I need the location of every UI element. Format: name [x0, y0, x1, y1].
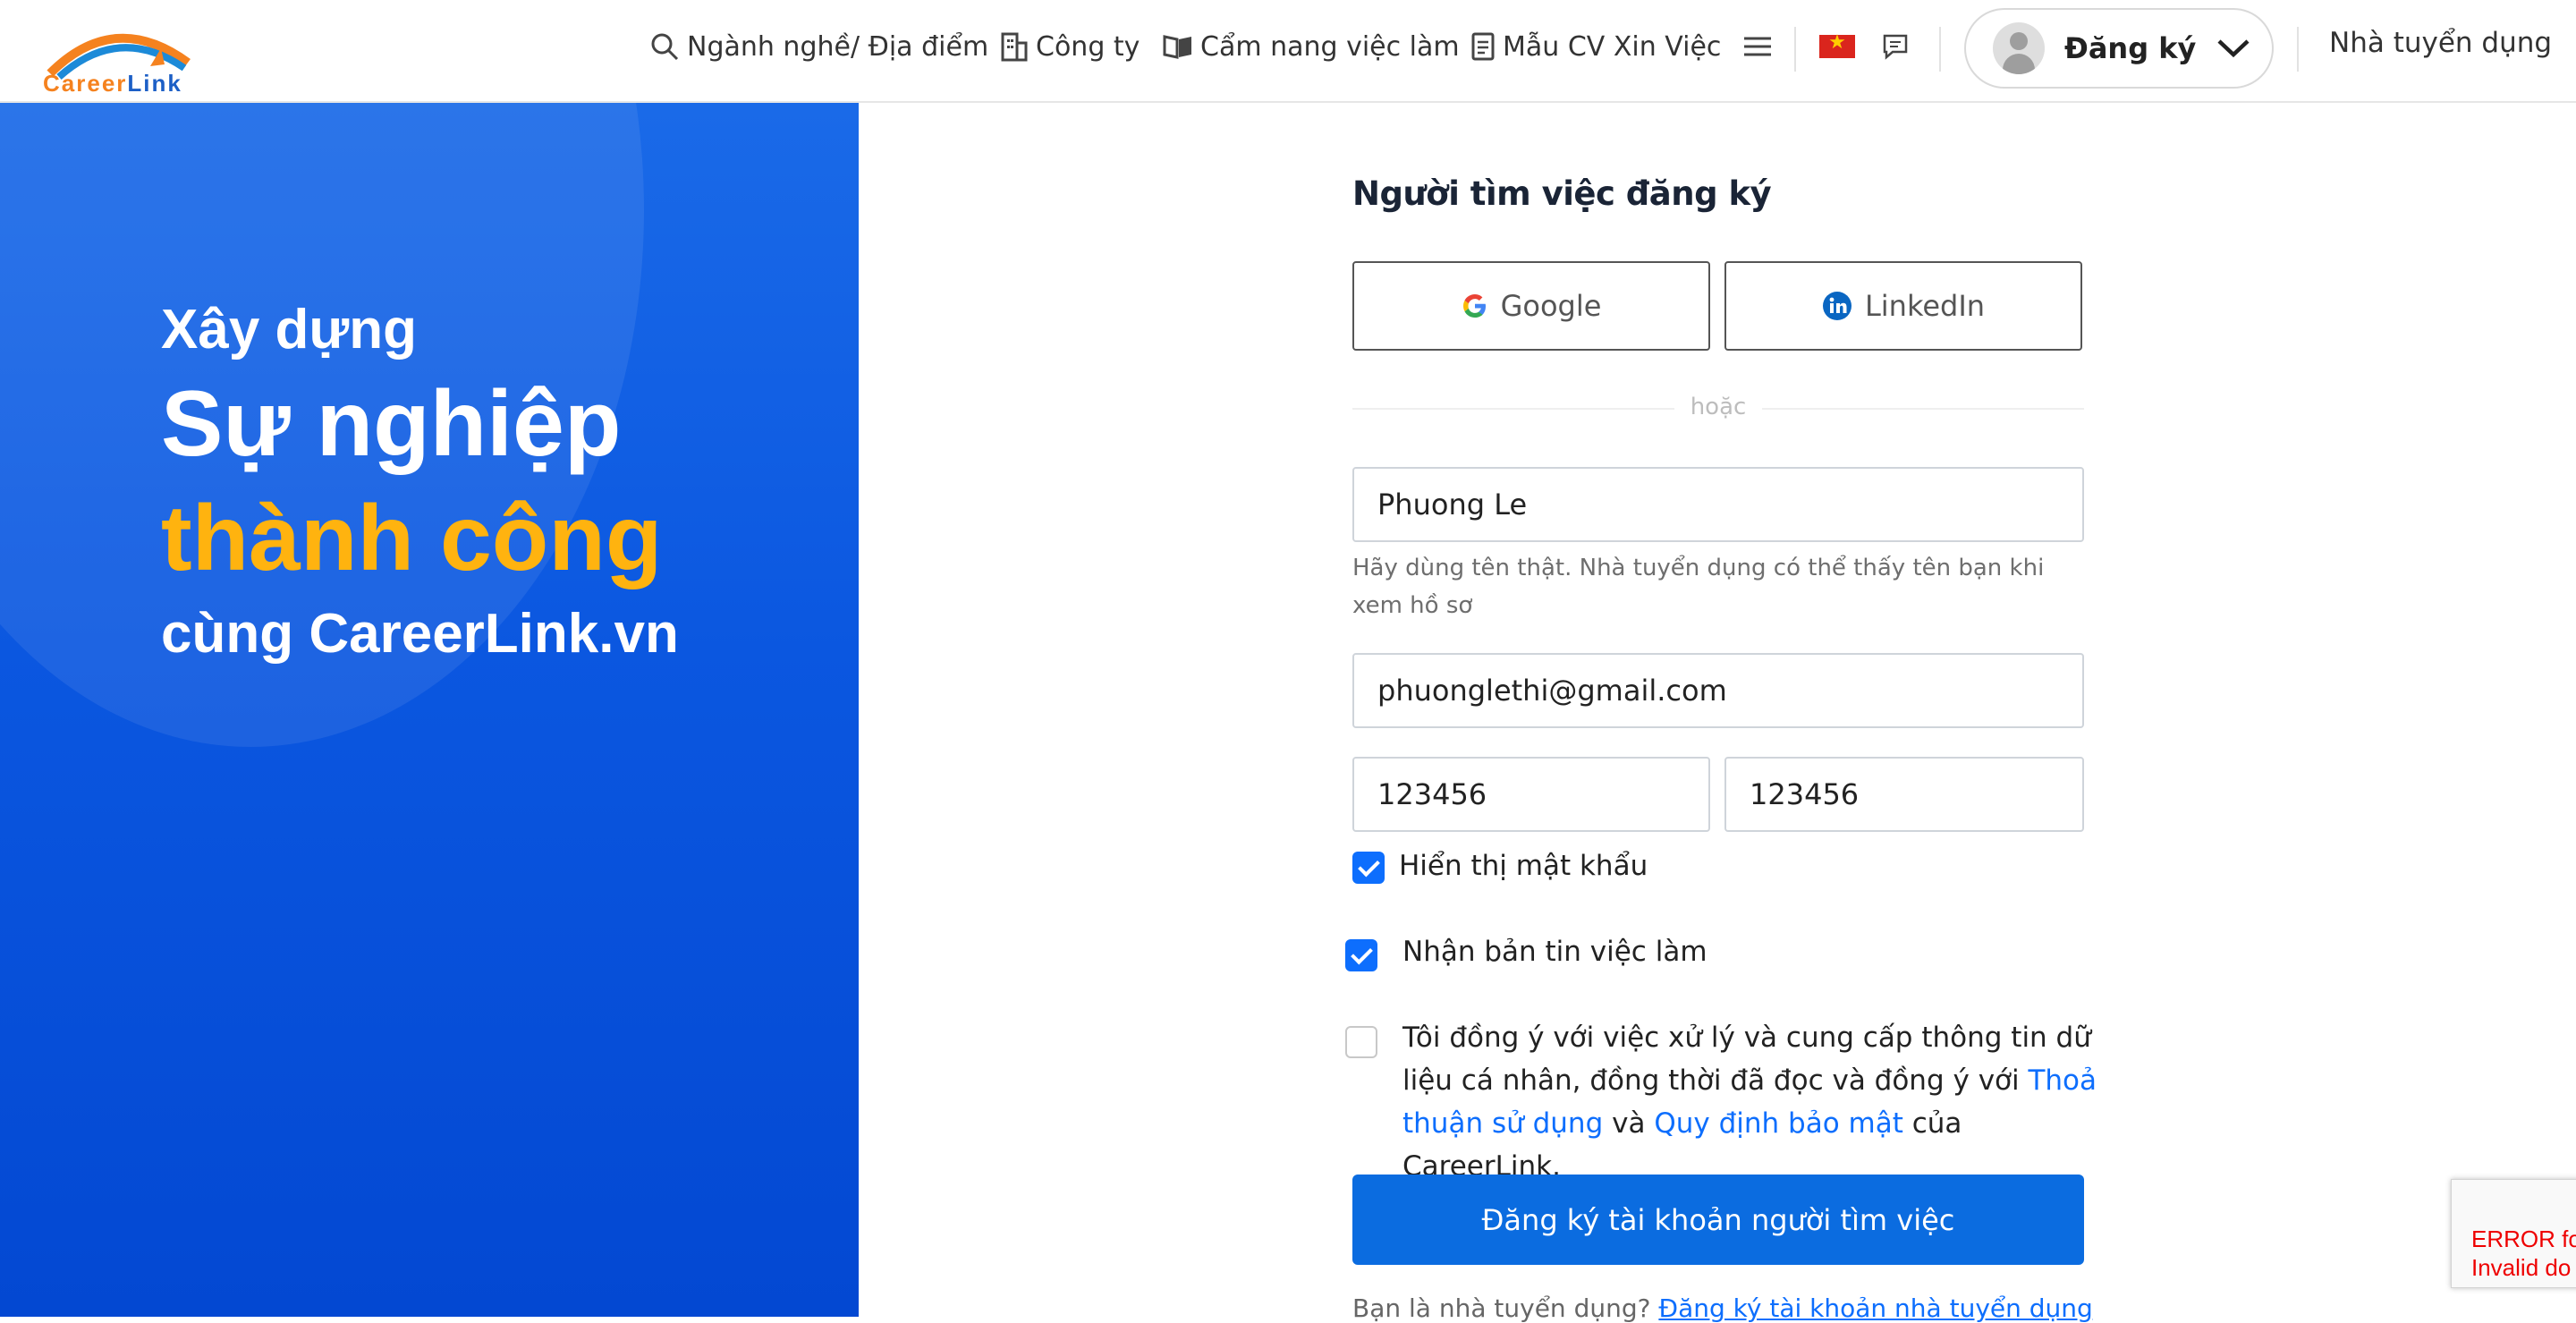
top-header: CareerLink Ngành nghề/ Địa điểm Công ty [0, 0, 2576, 103]
google-label: Google [1500, 289, 1602, 323]
nav-careers[interactable]: Ngành nghề/ Địa điểm [649, 25, 988, 68]
chevron-down-icon [2217, 39, 2250, 58]
hero-line-1: Xây dựng [161, 299, 418, 360]
signup-dropdown[interactable]: Đăng ký [1964, 8, 2274, 89]
employer-link[interactable]: Nhà tuyển dụng [2329, 27, 2552, 59]
linkedin-label: LinkedIn [1864, 289, 1986, 323]
signup-label: Đăng ký [2064, 31, 2197, 65]
messages-button[interactable] [1882, 25, 1909, 68]
google-signup-button[interactable]: Google [1352, 261, 1710, 351]
password-field[interactable]: 123456 [1352, 757, 1710, 832]
password-confirm-field[interactable]: 123456 [1724, 757, 2084, 832]
nav-cv-templates[interactable]: Mẫu CV Xin Việc [1470, 25, 1721, 68]
logo-text: CareerLink [43, 70, 182, 97]
nav-companies[interactable]: Công ty [1000, 25, 1140, 68]
search-icon [651, 33, 679, 61]
hero-panel: Xây dựng Sự nghiệp thành công cùng Caree… [0, 103, 859, 1317]
email-field[interactable]: phuonglethi@gmail.com [1352, 653, 2084, 728]
newsletter-checkbox[interactable] [1345, 939, 1377, 971]
recaptcha-error-line-2: Invalid do [2471, 1254, 2572, 1281]
nav-handbook[interactable]: Cẩm nang việc làm [1163, 25, 1460, 68]
hamburger-icon [1744, 37, 1771, 56]
nav-divider [1939, 27, 1941, 72]
building-icon [1001, 32, 1028, 62]
newsletter-label: Nhận bản tin việc làm [1402, 936, 1707, 968]
vietnam-flag-icon [1819, 31, 1855, 58]
avatar [1993, 22, 2045, 74]
careerlink-logo[interactable]: CareerLink [43, 27, 195, 100]
employer-signup-link[interactable]: Đăng ký tài khoản nhà tuyển dụng [1658, 1293, 2092, 1323]
chat-icon [1883, 34, 1908, 60]
show-password-checkbox[interactable] [1352, 852, 1385, 884]
google-icon [1462, 294, 1486, 318]
hero-line-4: cùng CareerLink.vn [161, 603, 679, 665]
nav-careers-label: Ngành nghề/ Địa điểm [687, 30, 989, 63]
form-title: Người tìm việc đăng ký [1352, 174, 1772, 213]
hero-line-3: thành công [161, 487, 663, 590]
hero-line-2: Sự nghiệp [161, 372, 622, 476]
nav-divider [1794, 27, 1796, 72]
nav-cv-templates-label: Mẫu CV Xin Việc [1503, 30, 1722, 63]
recaptcha-badge: ERROR fo Invalid do [2451, 1179, 2576, 1288]
terms-text: Tôi đồng ý với việc xử lý và cung cấp th… [1402, 1022, 2097, 1183]
linkedin-icon [1822, 292, 1852, 320]
or-divider: hoặc [1352, 394, 2084, 420]
employer-signup-note: Bạn là nhà tuyển dụng? Đăng ký tài khoản… [1352, 1293, 2093, 1323]
document-icon [1471, 32, 1495, 61]
or-label: hoặc [1690, 394, 1747, 420]
recaptcha-error-line-1: ERROR fo [2471, 1225, 2576, 1252]
language-switch[interactable] [1819, 25, 1855, 68]
book-icon [1163, 35, 1191, 59]
menu-button[interactable] [1742, 25, 1773, 68]
nav-divider [2297, 27, 2299, 72]
terms-checkbox[interactable] [1345, 1026, 1377, 1058]
full-name-hint: Hãy dùng tên thật. Nhà tuyển dụng có thể… [1352, 555, 2045, 619]
submit-signup-button[interactable]: Đăng ký tài khoản người tìm việc [1352, 1175, 2084, 1265]
nav-companies-label: Công ty [1036, 30, 1140, 63]
full-name-field[interactable]: Phuong Le [1352, 467, 2084, 542]
nav-handbook-label: Cẩm nang việc làm [1200, 30, 1460, 63]
show-password-label: Hiển thị mật khẩu [1399, 850, 1648, 882]
privacy-policy-link[interactable]: Quy định bảo mật [1654, 1107, 1903, 1140]
linkedin-signup-button[interactable]: LinkedIn [1724, 261, 2082, 351]
